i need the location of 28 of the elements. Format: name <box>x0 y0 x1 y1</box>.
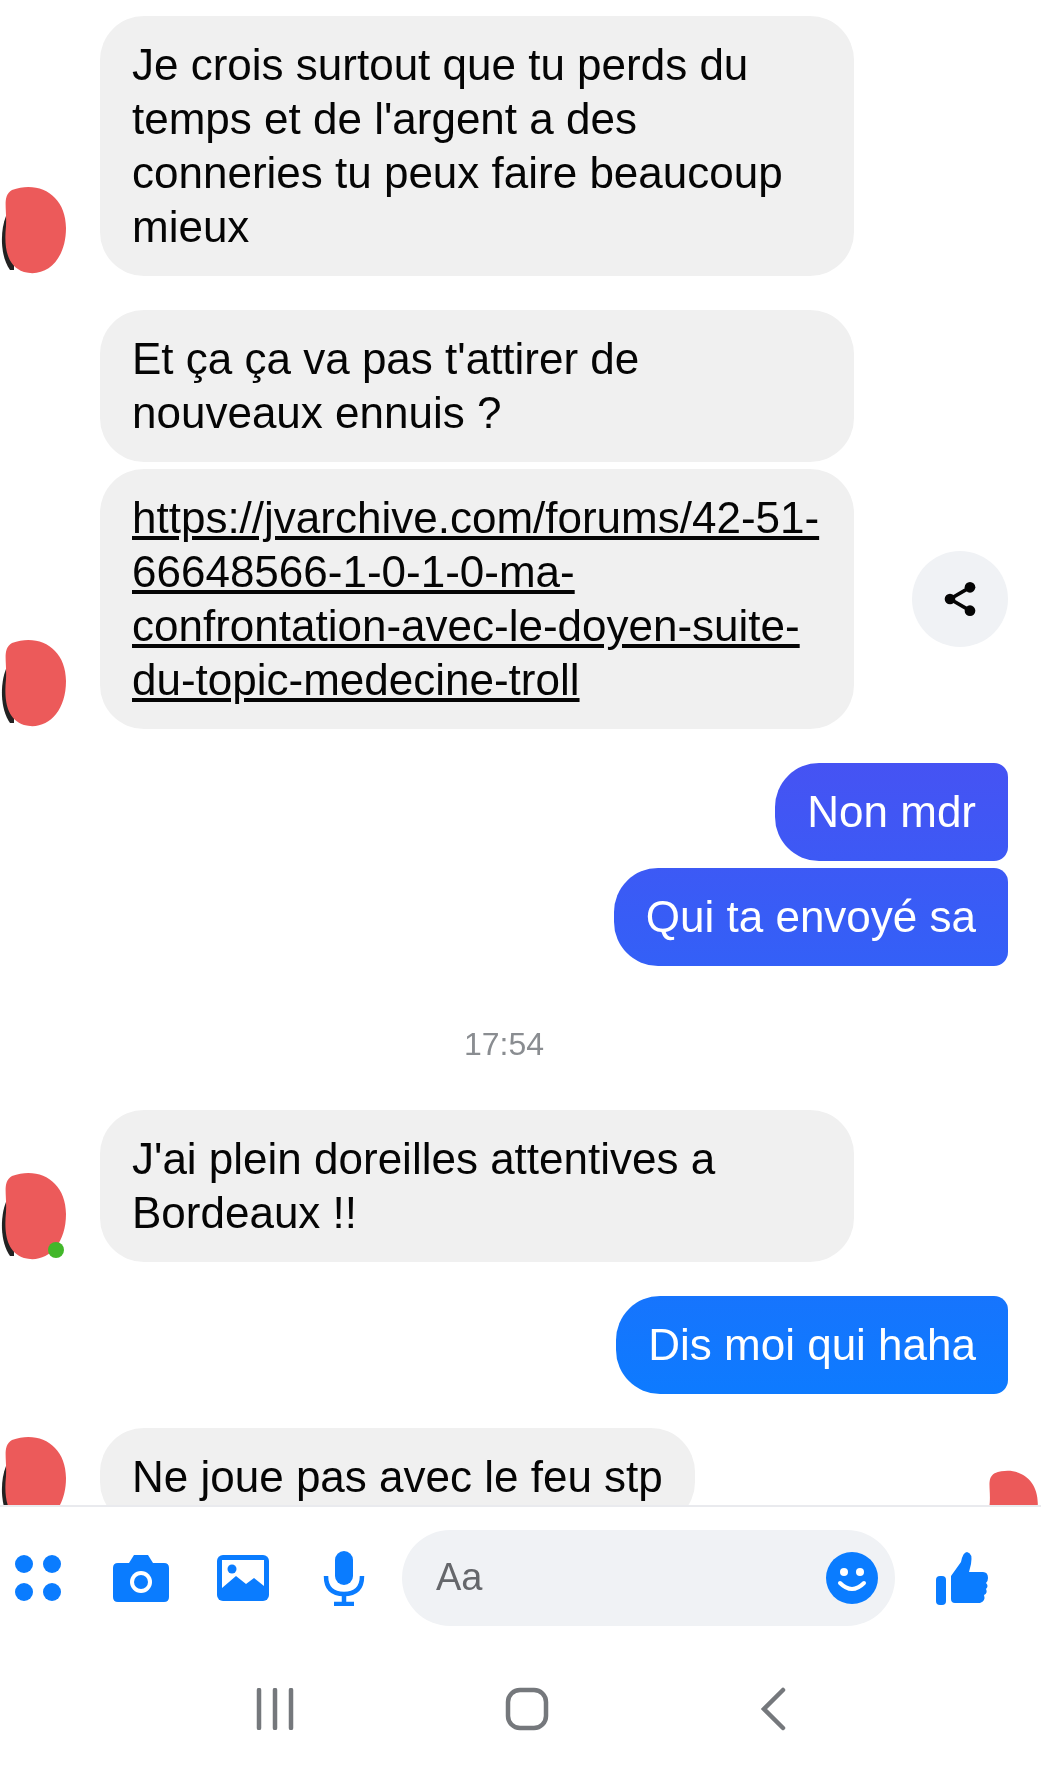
gallery-button[interactable] <box>216 1553 270 1602</box>
rounded-square-icon <box>505 1687 550 1731</box>
microphone-icon <box>322 1549 366 1606</box>
back-button[interactable] <box>759 1687 786 1731</box>
back-chevron-icon <box>759 1687 786 1731</box>
message-field[interactable]: Aa <box>402 1529 895 1626</box>
image-icon <box>216 1553 270 1602</box>
link-message[interactable]: https://jvarchive.com/forums/42-51-66648566-1-0-1-0-ma-confrontation-avec-le-doyen-suite-du-topic-medecine-troll <box>100 469 854 729</box>
received-message: Ne joue pas avec le feu stp <box>100 1428 695 1505</box>
like-button[interactable] <box>935 1549 989 1606</box>
received-message: J'ai plein doreilles attentives a Bordeaux !! <box>100 1110 854 1262</box>
camera-button[interactable] <box>112 1552 170 1603</box>
thumbs-up-icon <box>935 1549 989 1606</box>
sent-message: Dis moi qui haha <box>616 1296 1008 1394</box>
sent-message: Qui ta envoyé sa <box>613 868 1008 966</box>
smiley-icon <box>825 1550 879 1605</box>
received-message: Je crois surtout que tu perds du temps et de l'argent a des conneries tu peux faire beaucoup mieux <box>100 16 854 276</box>
received-message: Et ça ça va pas t'attirer de nouveaux ennuis ? <box>100 310 854 462</box>
four-dots-icon <box>14 1553 62 1602</box>
emoji-button[interactable] <box>825 1550 879 1605</box>
microphone-button[interactable] <box>322 1549 366 1606</box>
sent-message: Non mdr <box>775 763 1008 861</box>
camera-icon <box>112 1552 170 1603</box>
timestamp: 17:54 <box>462 1025 546 1064</box>
text-input[interactable]: Aa <box>434 1555 825 1600</box>
recent-apps-button[interactable] <box>255 1688 296 1730</box>
home-button[interactable] <box>505 1687 550 1731</box>
three-bars-icon <box>255 1688 296 1730</box>
